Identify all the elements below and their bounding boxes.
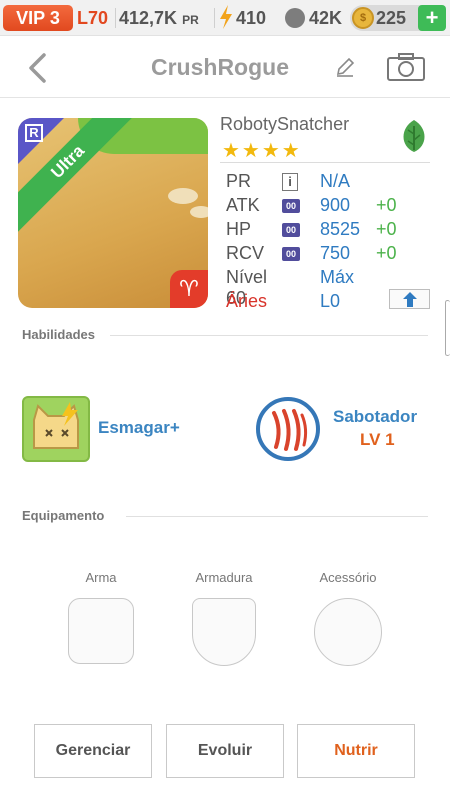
claw-icon [272, 409, 308, 451]
stat-badge: 00 [282, 247, 300, 261]
rock-decoration [190, 206, 208, 218]
sign-label: Áries [226, 291, 268, 311]
equipment-title: Equipamento [22, 508, 105, 523]
leader-skill-name[interactable]: Sabotador [333, 407, 417, 427]
vip-badge[interactable]: VIP 3 [3, 5, 73, 31]
rock-decoration [168, 188, 198, 204]
page-header: CrushRogue [0, 36, 450, 98]
camera-icon[interactable] [386, 52, 426, 82]
divider [214, 8, 215, 28]
evolve-button[interactable]: Evoluir [166, 724, 284, 778]
leader-skill-icon[interactable] [256, 397, 320, 461]
friends-value: 42K [309, 8, 343, 28]
stat-bonus: +0 [376, 243, 397, 263]
power-unit: PR [182, 13, 199, 27]
stat-value: 750 [320, 243, 351, 263]
stat-label: HP [226, 219, 252, 239]
leader-skill-level: LV 1 [360, 430, 395, 449]
rank-icon: R [25, 124, 43, 142]
arrow-up-icon [403, 292, 417, 307]
skill-name[interactable]: Esmagar+ [98, 418, 180, 438]
power-value: 412,7K [119, 8, 178, 28]
bolt-icon [220, 5, 232, 29]
scroll-handle[interactable] [445, 300, 450, 356]
feed-button[interactable]: Nutrir [297, 724, 415, 778]
divider [110, 335, 428, 336]
pet-name: RobotySnatcher [220, 114, 350, 134]
stat-label: RCV [226, 243, 265, 263]
weapon-slot[interactable] [68, 598, 134, 664]
info-icon[interactable]: i [282, 173, 298, 191]
stat-value: N/A [320, 171, 351, 191]
player-level: L70 [77, 8, 109, 28]
divider [115, 8, 116, 28]
cat-face-icon [33, 402, 79, 449]
accessory-label: Acessório [319, 570, 377, 585]
paw-icon [285, 8, 305, 28]
sign-value: L0 [320, 291, 341, 311]
stat-bonus: +0 [376, 219, 397, 239]
armor-slot[interactable] [192, 598, 256, 666]
star-rating: ★★★★ [222, 140, 302, 162]
abilities-title: Habilidades [22, 327, 95, 342]
edit-icon[interactable] [334, 56, 356, 78]
leaf-icon [403, 120, 425, 152]
coin-box[interactable]: $ 225 + [350, 5, 446, 31]
divider [126, 516, 428, 517]
weapon-label: Arma [85, 570, 117, 585]
upgrade-button[interactable] [389, 289, 430, 309]
divider [220, 162, 430, 163]
pet-card-image[interactable]: Ultra R ♈ [18, 118, 208, 308]
add-coins-button[interactable]: + [418, 5, 446, 31]
level-value: Máx [320, 267, 355, 287]
armor-label: Armadura [195, 570, 253, 585]
manage-button[interactable]: Gerenciar [34, 724, 152, 778]
status-bar: VIP 3 L70 412,7K PR 410 42K $ 225 + [0, 0, 450, 36]
skill-icon[interactable] [22, 396, 90, 462]
energy-value: 410 [236, 8, 267, 28]
aries-icon: ♈ [170, 270, 208, 308]
stat-value: 900 [320, 195, 351, 215]
power-readout: 412,7K PR [119, 5, 199, 31]
accessory-slot[interactable] [314, 598, 382, 666]
stat-label: PR [226, 171, 252, 191]
stat-badge: 00 [282, 199, 300, 213]
page-title: CrushRogue [151, 54, 289, 80]
stat-bonus: +0 [376, 195, 397, 215]
coins-value: 225 [376, 8, 407, 28]
stat-value: 8525 [320, 219, 361, 239]
stat-badge: 00 [282, 223, 300, 237]
coin-icon: $ [352, 7, 374, 29]
stat-label: ATK [226, 195, 260, 215]
